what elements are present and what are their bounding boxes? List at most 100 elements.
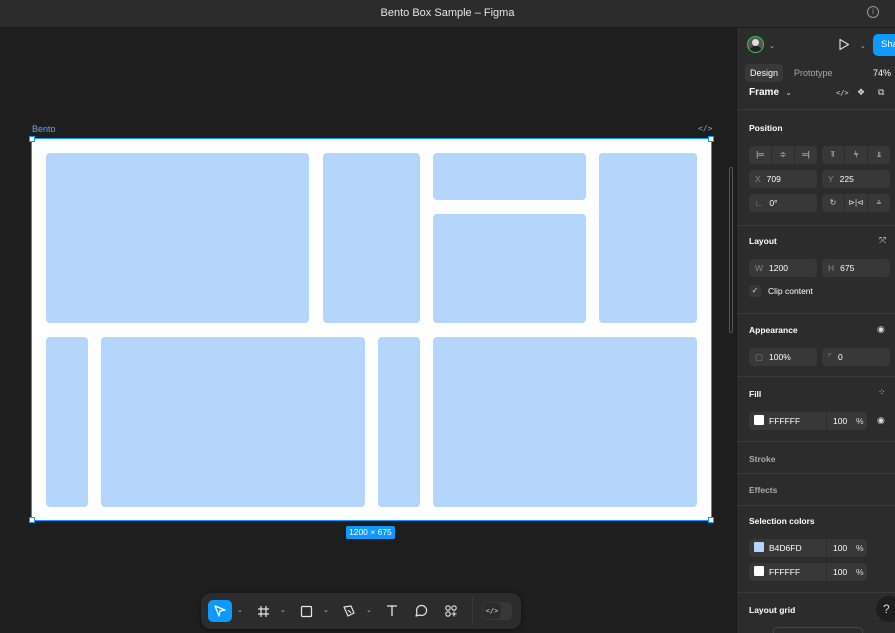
color-hex[interactable]: FFFFFF: [769, 567, 800, 577]
move-tool-button[interactable]: [208, 600, 232, 622]
chevron-down-icon: ⌄: [785, 90, 792, 97]
component-icon[interactable]: ❖: [857, 87, 865, 98]
comment-tool-button[interactable]: [412, 600, 430, 622]
percent-label: %: [856, 543, 864, 553]
bento-frame[interactable]: [31, 138, 712, 521]
color-opacity[interactable]: 100: [833, 563, 847, 581]
stroke-title[interactable]: Stroke: [749, 454, 775, 464]
rotate-icon[interactable]: ↻: [822, 194, 845, 212]
avatar[interactable]: [747, 36, 764, 53]
height-field[interactable]: H 675: [822, 259, 890, 277]
code-icon[interactable]: </>: [698, 124, 712, 133]
align-right-icon[interactable]: ═|: [795, 146, 817, 164]
color-opacity[interactable]: 100: [833, 539, 847, 557]
actions-icon: [445, 605, 457, 617]
help-button[interactable]: ?: [876, 596, 895, 622]
eye-icon[interactable]: ◉: [877, 324, 885, 335]
cell-bottom-right-large[interactable]: [433, 337, 697, 507]
cell-bottom-large[interactable]: [101, 337, 365, 507]
divider: [737, 225, 895, 226]
align-middle-icon[interactable]: ⫩: [845, 146, 868, 164]
chevron-down-icon[interactable]: ⌄: [860, 42, 866, 50]
align-center-h-icon[interactable]: ≑: [772, 146, 795, 164]
divider: [737, 473, 895, 474]
layout-grid-field[interactable]: [773, 627, 863, 633]
cell-mid-wide[interactable]: [433, 214, 586, 323]
resize-handle-bottom-left[interactable]: [29, 517, 35, 523]
color-swatch[interactable]: [754, 542, 764, 552]
bottom-toolbar: ⌄ ⌄ ⌄ ⌄ </>: [201, 593, 521, 629]
properties-panel: ⌄ ⌄ Share Design Prototype 74% Frame ⌄ <…: [736, 28, 895, 633]
width-field[interactable]: W 1200: [749, 259, 817, 277]
corner-radius-value: 0: [837, 352, 843, 362]
pen-tool-button[interactable]: [340, 600, 358, 622]
size-badge: 1200 × 675: [346, 526, 395, 539]
y-position-field[interactable]: Y 225: [822, 170, 890, 188]
flip-vertical-icon[interactable]: ⩮: [868, 194, 890, 212]
clip-content-checkbox[interactable]: ✓: [749, 285, 761, 297]
opacity-field[interactable]: ▢ 100%: [749, 348, 817, 366]
text-tool-button[interactable]: [383, 600, 401, 622]
rotation-field[interactable]: ∟ 0°: [749, 194, 817, 212]
chevron-down-icon[interactable]: ⌄: [237, 606, 243, 614]
color-hex[interactable]: B4D6FD: [769, 543, 802, 553]
play-icon[interactable]: [838, 38, 850, 56]
align-bottom-icon[interactable]: ⫫: [868, 146, 890, 164]
fill-swatch[interactable]: [754, 415, 764, 425]
fill-opacity[interactable]: 100: [833, 412, 847, 430]
cell-top-small-wide[interactable]: [433, 153, 586, 200]
tab-design[interactable]: Design: [745, 64, 784, 82]
y-value: 225: [839, 174, 854, 184]
frame-type-label: Frame: [749, 87, 780, 98]
position-title: Position: [749, 123, 783, 133]
divider: [737, 441, 895, 442]
cell-top-narrow[interactable]: [323, 153, 420, 323]
chevron-down-icon[interactable]: ⌄: [323, 606, 329, 614]
rectangle-icon: [300, 605, 312, 617]
frame-type-dropdown[interactable]: Frame ⌄: [749, 87, 792, 98]
cell-bottom-slim-right[interactable]: [378, 337, 420, 507]
flip-horizontal-icon[interactable]: ⊳|⊲: [845, 194, 868, 212]
zoom-level[interactable]: 74%: [873, 64, 891, 82]
frame-icon: [257, 605, 269, 617]
chevron-down-icon[interactable]: ⌄: [366, 606, 372, 614]
selection-color-row[interactable]: B4D6FD 100 %: [749, 539, 867, 557]
align-left-icon[interactable]: |═: [749, 146, 772, 164]
vertical-scrollbar[interactable]: [729, 167, 733, 333]
dev-mode-toggle[interactable]: </>: [482, 602, 512, 620]
share-button[interactable]: Share: [873, 34, 895, 56]
color-swatch[interactable]: [754, 566, 764, 576]
resize-handle-top-left[interactable]: [29, 136, 35, 142]
code-icon: </>: [483, 603, 501, 619]
selection-color-row[interactable]: FFFFFF 100 %: [749, 563, 867, 581]
actions-tool-button[interactable]: [442, 600, 460, 622]
chevron-down-icon[interactable]: ⌄: [280, 606, 286, 614]
mask-icon[interactable]: ⧉: [878, 87, 884, 98]
cell-bottom-slim-left[interactable]: [46, 337, 88, 507]
resize-to-fit-icon[interactable]: ⤧: [879, 235, 886, 246]
fill-hex[interactable]: FFFFFF: [769, 416, 800, 426]
fill-row[interactable]: FFFFFF 100 %: [749, 412, 867, 430]
cell-large-top-left[interactable]: [46, 153, 309, 323]
effects-title[interactable]: Effects: [749, 485, 777, 495]
cell-top-right-tall[interactable]: [599, 153, 697, 323]
styles-icon[interactable]: ⁘: [878, 387, 886, 398]
appearance-title: Appearance: [749, 325, 798, 335]
cursor-icon: [214, 605, 226, 617]
horizontal-align-group: |═ ≑ ═|: [749, 146, 817, 164]
resize-handle-bottom-right[interactable]: [708, 517, 714, 523]
eye-icon[interactable]: ◉: [877, 415, 885, 426]
x-position-field[interactable]: X 709: [749, 170, 817, 188]
code-icon[interactable]: </>: [836, 89, 849, 97]
chevron-down-icon[interactable]: ⌄: [769, 42, 775, 50]
frame-tool-button[interactable]: [254, 600, 272, 622]
frame-name-label[interactable]: Bento: [32, 124, 56, 134]
opacity-icon: ▢: [755, 352, 764, 362]
corner-radius-field[interactable]: ⌜ 0: [822, 348, 890, 366]
info-icon[interactable]: i: [867, 6, 879, 18]
clip-content-label[interactable]: Clip content: [768, 286, 813, 296]
align-top-icon[interactable]: ⫪: [822, 146, 845, 164]
shape-tool-button[interactable]: [297, 600, 315, 622]
tab-prototype[interactable]: Prototype: [789, 64, 838, 82]
resize-handle-top-right[interactable]: [708, 136, 714, 142]
